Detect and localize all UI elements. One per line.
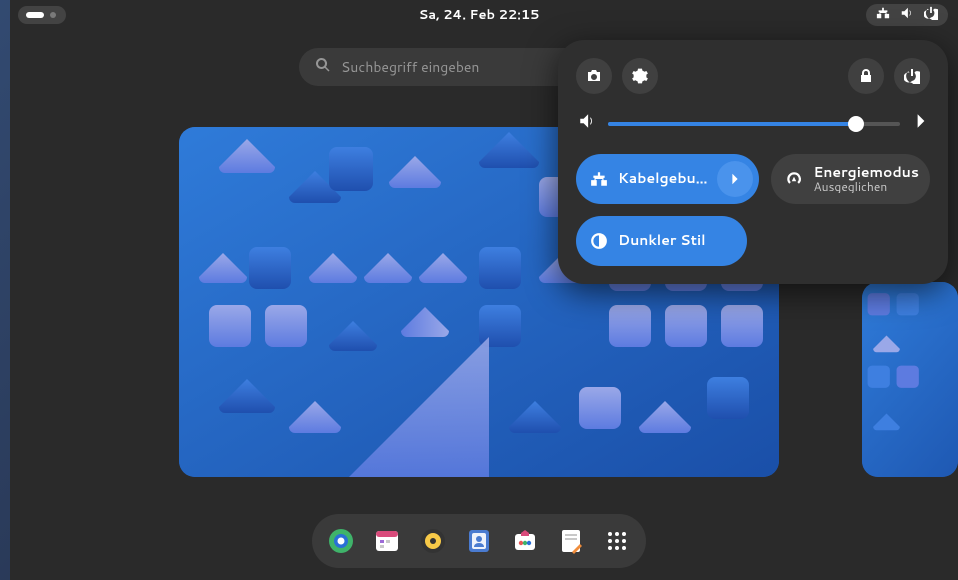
quick-settings-popover: Kabelgebu… Energiemodus Ausgeglichen Dun… — [558, 40, 948, 284]
network-wired-icon — [876, 6, 890, 25]
dash-app-contacts[interactable] — [466, 528, 492, 554]
status-area[interactable] — [866, 4, 948, 26]
network-submenu-button[interactable] — [717, 161, 753, 197]
dash-app-calendar[interactable] — [374, 528, 400, 554]
power-mode-tile-sublabel: Ausgeglichen — [813, 180, 924, 193]
dash — [312, 514, 646, 568]
volume-slider[interactable] — [608, 122, 900, 126]
volume-icon — [578, 112, 596, 136]
lock-button[interactable] — [848, 58, 884, 94]
audio-output-submenu-button[interactable] — [912, 112, 930, 136]
search-icon — [315, 56, 331, 79]
power-menu-button[interactable] — [894, 58, 930, 94]
chevron-right-icon — [728, 172, 742, 186]
adjacent-workspace-edge — [0, 0, 10, 580]
workspace-indicator-active — [26, 12, 44, 18]
network-wired-icon — [590, 170, 608, 188]
dash-app-software[interactable] — [512, 528, 538, 554]
dash-app-music[interactable] — [420, 528, 446, 554]
dark-style-tile-label: Dunkler Stil — [618, 233, 741, 248]
volume-icon — [900, 6, 914, 25]
dark-style-tile[interactable]: Dunkler Stil — [576, 216, 747, 266]
dash-app-grid-button[interactable] — [604, 528, 630, 554]
power-mode-tile[interactable]: Energiemodus Ausgeglichen — [771, 154, 930, 204]
settings-button[interactable] — [622, 58, 658, 94]
activities-button[interactable] — [18, 6, 66, 24]
dash-app-web-browser[interactable] — [328, 528, 354, 554]
power-icon — [924, 6, 938, 25]
network-tile[interactable]: Kabelgebu… — [576, 154, 759, 204]
screenshot-button[interactable] — [576, 58, 612, 94]
network-tile-label: Kabelgebu… — [618, 171, 707, 186]
top-bar: Sa, 24. Feb 22:15 — [0, 0, 958, 30]
speedometer-icon — [785, 170, 803, 188]
workspace-thumbnail-2[interactable] — [862, 282, 958, 477]
workspace-indicator-dot — [50, 12, 56, 18]
clock-label[interactable]: Sa, 24. Feb 22:15 — [419, 6, 540, 24]
dark-mode-icon — [590, 232, 608, 250]
dash-app-text-editor[interactable] — [558, 528, 584, 554]
